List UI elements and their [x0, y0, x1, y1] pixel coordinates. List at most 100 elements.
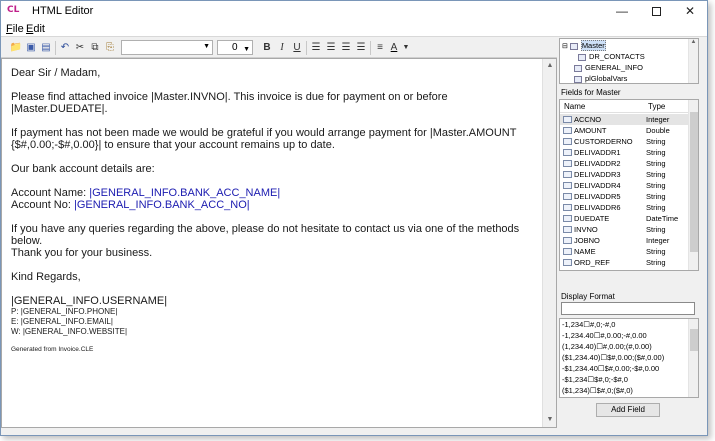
tree-item-dr-contacts[interactable]: DR_CONTACTS	[578, 51, 645, 62]
font-name-select[interactable]: ▼	[121, 40, 213, 55]
align-right-icon[interactable]: ☰	[339, 41, 353, 55]
field-icon	[563, 193, 572, 200]
chevron-down-icon[interactable]: ▼	[399, 41, 413, 55]
account-name-label: Account Name:	[11, 187, 90, 199]
align-center-icon[interactable]: ☰	[324, 41, 338, 55]
field-type: Double	[646, 126, 670, 135]
add-field-button[interactable]: Add Field	[596, 403, 660, 417]
field-row[interactable]: DELIVADDR2 String	[560, 158, 688, 169]
format-option[interactable]: -$1,234.40☐$#,0.00;-$#,0.00	[562, 364, 659, 374]
editor-content[interactable]: Dear Sir / Madam, Please find attached i…	[11, 67, 541, 354]
scroll-thumb[interactable]	[690, 329, 698, 351]
fields-list[interactable]: Name Type ACCNO Integer AMOUNT Double CUSTOR…	[559, 99, 699, 271]
field-type: Integer	[646, 236, 670, 245]
bullet-list-icon[interactable]: ≡	[373, 41, 387, 55]
field-row[interactable]: ACCNO Integer	[560, 114, 688, 125]
field-icon	[563, 127, 572, 134]
field-row[interactable]: INVNO String	[560, 224, 688, 235]
scroll-thumb[interactable]	[690, 112, 698, 252]
editor-scrollbar[interactable]: ▲ ▼	[542, 59, 556, 427]
field-type: String	[646, 159, 666, 168]
copy-icon[interactable]: ⧉	[88, 41, 102, 55]
field-name: ACCNO	[574, 115, 602, 124]
field-row[interactable]: DELIVADDR1 String	[560, 147, 688, 158]
datasource-tree[interactable]: ⊟ Master DR_CONTACTS GENERAL_INFO plGlob…	[559, 38, 699, 84]
bank-details-heading: Our bank account details are:	[11, 163, 155, 175]
fields-panel: ⊟ Master DR_CONTACTS GENERAL_INFO plGlob…	[559, 38, 699, 432]
open-icon[interactable]: 📁	[9, 41, 23, 55]
field-type: String	[646, 203, 666, 212]
field-row[interactable]: DELIVADDR5 String	[560, 191, 688, 202]
field-icon	[563, 248, 572, 255]
field-row[interactable]: DUEDATE DateTime	[560, 213, 688, 224]
format-option[interactable]: -$1,234☐$#,0;-$#,0	[562, 375, 628, 385]
maximize-icon	[651, 7, 661, 17]
field-name: JOBNO	[574, 236, 600, 245]
field-row[interactable]: DELIVADDR6 String	[560, 202, 688, 213]
undo-icon[interactable]: ↶	[58, 41, 72, 55]
menu-edit[interactable]: Edit	[26, 23, 45, 35]
column-type-header[interactable]: Type	[648, 100, 665, 113]
bold-button[interactable]: B	[260, 41, 274, 55]
display-format-input[interactable]	[561, 302, 695, 315]
column-name-header[interactable]: Name	[564, 100, 585, 113]
save-as-icon[interactable]: ▤	[39, 41, 53, 55]
minimize-button[interactable]: —	[605, 1, 639, 21]
format-option[interactable]: -1,234.40☐#,0.00;-#,0.00	[562, 331, 647, 341]
field-row[interactable]: CUSTORDERNO String	[560, 136, 688, 147]
font-size-select[interactable]: 0 ▼	[217, 40, 253, 55]
field-name: DELIVADDR2	[574, 159, 621, 168]
justify-icon[interactable]: ☰	[354, 41, 368, 55]
tree-item-general-info[interactable]: GENERAL_INFO	[574, 62, 643, 73]
format-option[interactable]: ($1,234.40)☐$#,0.00;($#,0.00)	[562, 353, 664, 363]
html-editor-area[interactable]: Dear Sir / Madam, Please find attached i…	[1, 58, 557, 428]
table-icon	[574, 64, 582, 72]
format-option[interactable]: (1,234.40)☐#,0.00;(#,0.00)	[562, 342, 652, 352]
format-option[interactable]: -1,234☐#,0;-#,0	[562, 320, 615, 330]
field-row[interactable]: DELIVADDR3 String	[560, 169, 688, 180]
field-type: String	[646, 258, 666, 267]
tree-item-plglobalvars[interactable]: plGlobalVars	[574, 73, 627, 83]
fields-scrollbar[interactable]	[688, 100, 698, 270]
italic-button[interactable]: I	[275, 41, 289, 55]
tree-scrollbar[interactable]: ▲	[688, 39, 698, 83]
display-format-list[interactable]: -1,234☐#,0;-#,0 -1,234.40☐#,0.00;-#,0.00(…	[559, 318, 699, 398]
field-type: String	[646, 181, 666, 190]
scroll-down-icon[interactable]: ▼	[543, 413, 557, 427]
maximize-button[interactable]	[639, 1, 673, 21]
scroll-up-icon[interactable]: ▲	[543, 59, 557, 73]
app-logo-icon: CL	[7, 5, 20, 15]
field-name: DUEDATE	[574, 214, 610, 223]
website-line: W: |GENERAL_INFO.WEBSITE|	[11, 327, 128, 336]
field-icon	[563, 149, 572, 156]
field-name: INVNO	[574, 225, 598, 234]
field-icon	[563, 160, 572, 167]
field-name: DELIVADDR1	[574, 148, 621, 157]
html-editor-window: CL HTML Editor — ✕ File Edit 📁 ▣ ▤ ↶ ✂ ⧉…	[0, 0, 708, 436]
field-icon	[563, 138, 572, 145]
paste-icon[interactable]: ⎘	[103, 41, 117, 55]
format-option[interactable]: ($1,234)☐$#,0;($#,0)	[562, 386, 633, 396]
align-left-icon[interactable]: ☰	[309, 41, 323, 55]
field-row[interactable]: DELIVADDR4 String	[560, 180, 688, 191]
chevron-down-icon: ▼	[243, 46, 250, 53]
field-row[interactable]: AMOUNT Double	[560, 125, 688, 136]
close-button[interactable]: ✕	[673, 1, 707, 21]
field-row[interactable]: NAME String	[560, 246, 688, 257]
field-row[interactable]: ORD_REF String	[560, 257, 688, 268]
collapse-icon[interactable]: ⊟	[562, 43, 570, 50]
queries-line: If you have any queries regarding the ab…	[11, 223, 520, 247]
toolbar-separator	[370, 41, 371, 55]
format-scrollbar[interactable]	[688, 319, 698, 397]
account-no-field: |GENERAL_INFO.BANK_ACC_NO|	[73, 199, 250, 211]
field-name: NAME	[574, 247, 596, 256]
save-icon[interactable]: ▣	[24, 41, 38, 55]
account-name-field: |GENERAL_INFO.BANK_ACC_NAME|	[89, 187, 281, 199]
field-row[interactable]: JOBNO Integer	[560, 235, 688, 246]
generated-footer: Generated from Invoice.CLE	[11, 346, 94, 353]
tree-item-master[interactable]: ⊟ Master	[562, 40, 606, 51]
greeting-line: Dear Sir / Madam,	[11, 67, 101, 79]
cut-icon[interactable]: ✂	[73, 41, 87, 55]
menu-file[interactable]: File	[6, 23, 24, 35]
underline-button[interactable]: U	[290, 41, 304, 55]
